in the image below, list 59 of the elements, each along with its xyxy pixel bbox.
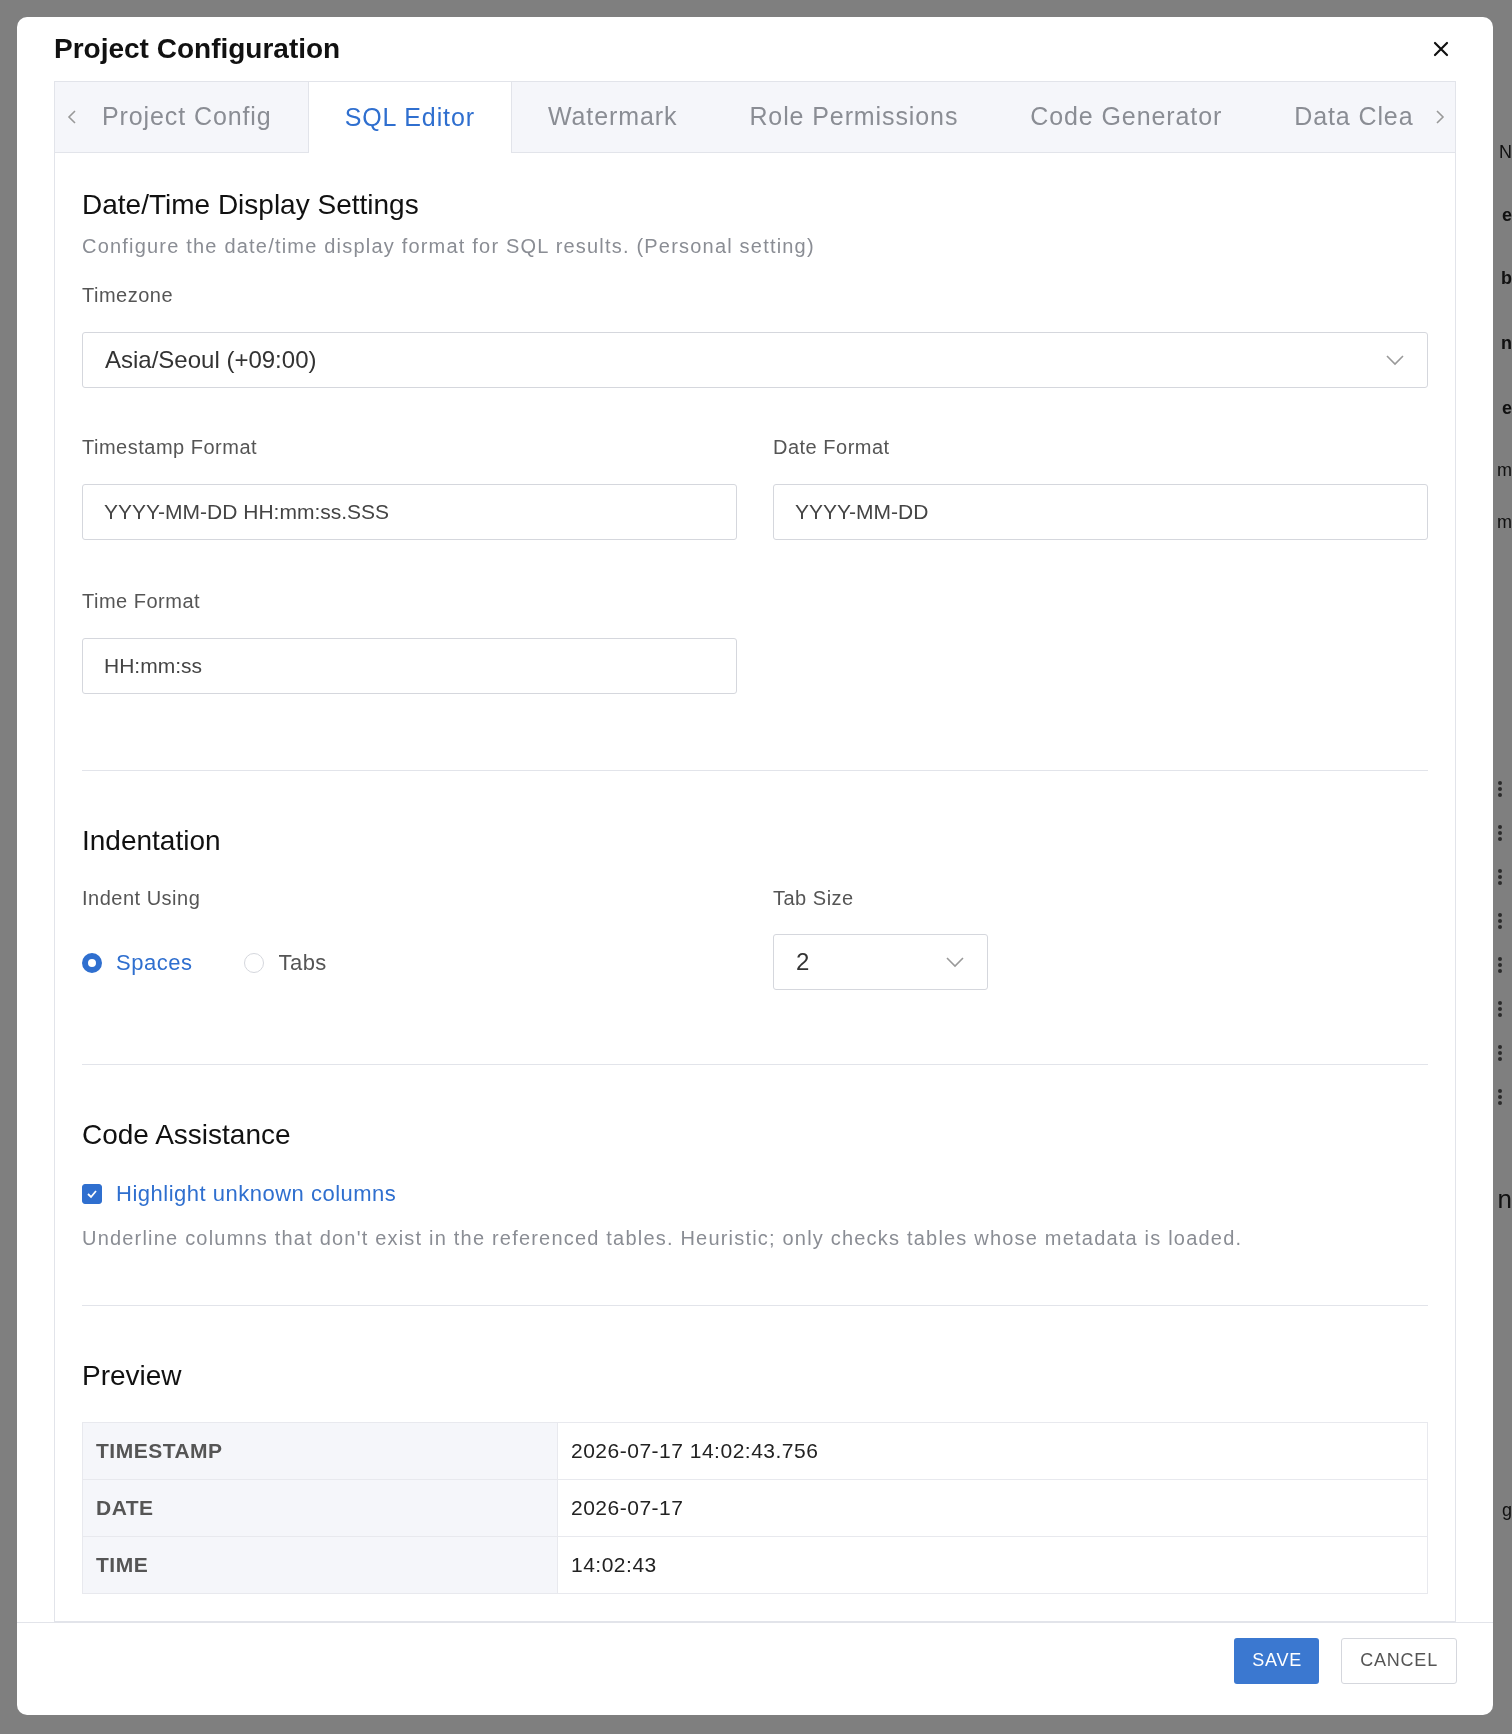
drag-handle-icon [1497, 824, 1503, 842]
table-cell: DATE [82, 1479, 558, 1537]
section-description: Configure the date/time display format for SQL results. (Personal setting) [82, 234, 816, 258]
table-cell: 2026-07-17 [557, 1479, 1428, 1537]
background-text: m [1497, 460, 1512, 481]
date-format-field[interactable]: YYYY-MM-DD [773, 483, 1428, 540]
tab[interactable]: Watermark [512, 81, 714, 152]
table-cell: TIMESTAMP [82, 1422, 558, 1480]
drag-handle-icon [1497, 1044, 1503, 1062]
table-cell: TIME [82, 1536, 558, 1594]
timestamp-format-field[interactable]: YYYY-MM-DD HH:mm:ss.SSS [82, 483, 737, 540]
tab[interactable]: Code Generator [994, 81, 1259, 152]
field-label: Timezone [82, 283, 175, 307]
timezone-select[interactable]: Asia/Seoul (+09:00) [82, 331, 1428, 388]
background-text: e [1502, 398, 1512, 419]
time-format-field[interactable]: HH:mm:ss [82, 637, 737, 694]
save-button[interactable]: SAVE [1234, 1637, 1320, 1684]
radio-label[interactable]: Spaces [116, 949, 193, 976]
field-label: Date Format [773, 435, 891, 459]
background-text: g [1502, 1500, 1512, 1521]
field-label: Indent Using [82, 886, 202, 910]
drag-handle-icon [1497, 1000, 1503, 1018]
chevron-down-icon [945, 955, 965, 968]
checkbox-label[interactable]: Highlight unknown columns [116, 1180, 397, 1207]
background-text: n [1497, 1184, 1512, 1215]
drag-handle-icon [1497, 956, 1503, 974]
field-label: Time Format [82, 589, 202, 613]
field-label: Timestamp Format [82, 435, 259, 459]
close-icon[interactable] [1433, 40, 1449, 57]
section-title: Indentation [82, 824, 222, 857]
help-text: Underline columns that don't exist in the referenced tables. Heuristic; only checks tables whose metadata is loaded. [82, 1226, 1244, 1250]
section-title: Date/Time Display Settings [82, 188, 420, 221]
background-text: N [1499, 142, 1512, 163]
drag-handle-icon [1497, 868, 1503, 886]
chevron-left-icon[interactable] [67, 108, 77, 125]
drag-handle-icon [1497, 912, 1503, 930]
background-text: b [1501, 268, 1512, 289]
tab[interactable]: Role Permissions [713, 81, 995, 152]
field-label: Tab Size [773, 886, 855, 910]
drag-handle-icon [1497, 1088, 1503, 1106]
radio-label[interactable]: Tabs [278, 949, 327, 976]
table-cell: 2026-07-17 14:02:43.756 [557, 1422, 1428, 1480]
drag-handle-icon [1497, 780, 1503, 798]
cancel-button[interactable]: CANCEL [1341, 1637, 1457, 1684]
section-title: Preview [82, 1359, 183, 1392]
background-text: m [1497, 512, 1512, 533]
tab[interactable]: Data Clea [1258, 81, 1450, 152]
tab-size-select[interactable]: 2 [773, 933, 988, 990]
checkbox[interactable] [82, 1183, 102, 1204]
tab[interactable]: Project Config [97, 81, 308, 152]
table-cell: 14:02:43 [557, 1536, 1428, 1594]
section-title: Code Assistance [82, 1118, 292, 1151]
tab[interactable]: SQL Editor [307, 81, 512, 153]
dialog-title: Project Configuration [54, 32, 341, 65]
chevron-down-icon [1385, 353, 1405, 366]
radio-button[interactable] [82, 952, 102, 973]
background-text: n [1501, 333, 1512, 354]
background-text: e [1502, 205, 1512, 226]
chevron-right-icon[interactable] [1435, 108, 1445, 125]
